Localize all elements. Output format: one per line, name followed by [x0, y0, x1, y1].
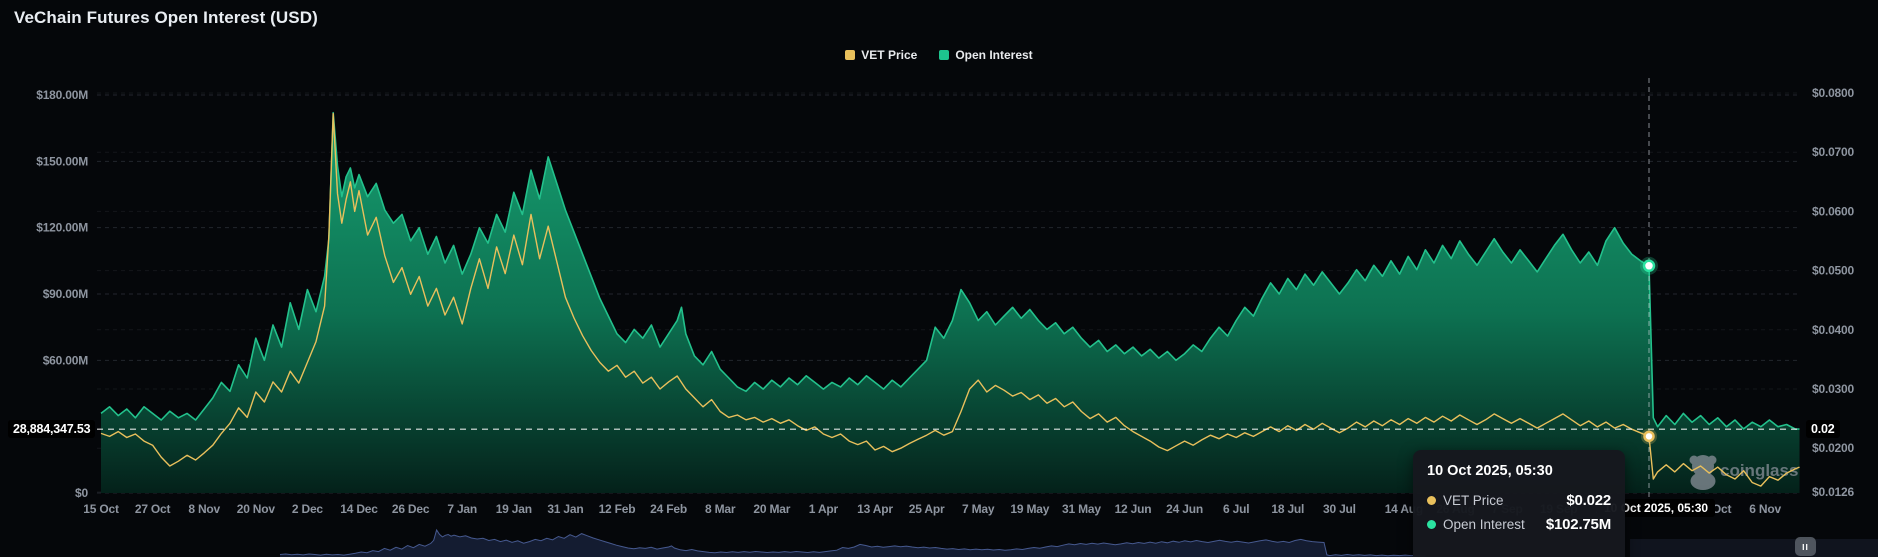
x-axis-tick: 31 May	[1062, 502, 1101, 516]
open-interest-swatch-icon	[939, 50, 949, 60]
y-axis-right-tick: $0.0400	[1812, 323, 1855, 337]
page-title: VeChain Futures Open Interest (USD)	[14, 8, 318, 28]
x-axis-tick: 7 Jan	[447, 502, 477, 516]
open-interest-dot-icon	[1427, 520, 1436, 529]
x-axis-tick: 12 Jun	[1115, 502, 1152, 516]
y-axis-left-tick: $0	[75, 486, 88, 500]
y-axis-left-tick: $90.00M	[43, 287, 89, 301]
x-axis-tick: 12 Feb	[599, 502, 636, 516]
x-axis-tick: 25 Apr	[909, 502, 945, 516]
tooltip-row-vet-price: VET Price $0.022	[1427, 492, 1611, 509]
x-axis-tick: 24 Feb	[650, 502, 687, 516]
vet-price-dot-icon	[1427, 496, 1436, 505]
x-axis-tick: 18 Jul	[1271, 502, 1304, 516]
pause-button[interactable]: II	[1795, 537, 1816, 556]
y-axis-left-tick: $180.00M	[36, 88, 88, 102]
y-axis-right-tick: $0.0126	[1812, 485, 1855, 499]
legend-item-open-interest[interactable]: Open Interest	[939, 48, 1032, 62]
y-axis-left-tick: $60.00M	[43, 353, 89, 367]
x-axis-tick: 6 Jul	[1223, 502, 1249, 516]
chart-tooltip: 10 Oct 2025, 05:30 VET Price $0.022 Open…	[1413, 450, 1625, 557]
y-axis-left-tick: $120.00M	[36, 221, 88, 235]
tooltip-date: 10 Oct 2025, 05:30	[1427, 463, 1611, 479]
x-axis-tick: 8 Nov	[188, 502, 220, 516]
plot-hover-area[interactable]	[97, 78, 1800, 497]
tooltip-value: $0.022	[1566, 492, 1611, 509]
y-axis-right-tick: $0.0500	[1812, 264, 1855, 278]
x-axis-tick: 19 May	[1010, 502, 1049, 516]
x-axis-tick: 20 Nov	[237, 502, 276, 516]
x-axis-tick: 13 Apr	[857, 502, 893, 516]
x-axis-tick: 27 Oct	[135, 502, 171, 516]
x-axis-tick: 14 Dec	[340, 502, 378, 516]
x-axis-tick: 8 Mar	[705, 502, 736, 516]
tooltip-label: VET Price	[1443, 493, 1504, 508]
legend-label: VET Price	[861, 48, 917, 62]
x-axis-tick: 7 May	[962, 502, 995, 516]
x-axis-tick: 20 Mar	[753, 502, 790, 516]
y-axis-right-tick: $0.0300	[1812, 382, 1855, 396]
chart-panel: VeChain Futures Open Interest (USD) VET …	[0, 0, 1878, 557]
x-axis-tick: 1 Apr	[809, 502, 839, 516]
tooltip-value: $102.75M	[1546, 516, 1611, 533]
x-axis-tick: 6 Nov	[1749, 502, 1781, 516]
y-axis-right-tick: $0.0800	[1812, 86, 1855, 100]
tooltip-label: Open Interest	[1443, 517, 1525, 532]
legend-label: Open Interest	[955, 48, 1032, 62]
x-axis-tick: 31 Jan	[547, 502, 583, 516]
x-axis-tick: 15 Oct	[83, 502, 119, 516]
navigator-right-panel	[1630, 539, 1878, 557]
open-interest-latest-marker: 28,884,347.53	[8, 420, 95, 438]
y-axis-right-tick: $0.0600	[1812, 204, 1855, 218]
y-axis-right-tick: $0.0200	[1812, 441, 1855, 455]
vet-price-latest-marker: 0.02	[1806, 420, 1840, 438]
x-axis-tick: 26 Dec	[392, 502, 430, 516]
y-axis-left-tick: $150.00M	[36, 154, 88, 168]
legend-item-vet-price[interactable]: VET Price	[845, 48, 917, 62]
x-axis-tick: 19 Jan	[496, 502, 532, 516]
x-axis-tick: 24 Jun	[1166, 502, 1203, 516]
vet-price-swatch-icon	[845, 50, 855, 60]
x-axis-tick: 2 Dec	[292, 502, 324, 516]
x-axis-tick: 30 Jul	[1323, 502, 1356, 516]
navigator-mini-chart[interactable]	[280, 530, 1426, 557]
tooltip-row-open-interest: Open Interest $102.75M	[1427, 516, 1611, 533]
y-axis-right-tick: $0.0700	[1812, 145, 1855, 159]
legend: VET Price Open Interest	[0, 48, 1878, 62]
